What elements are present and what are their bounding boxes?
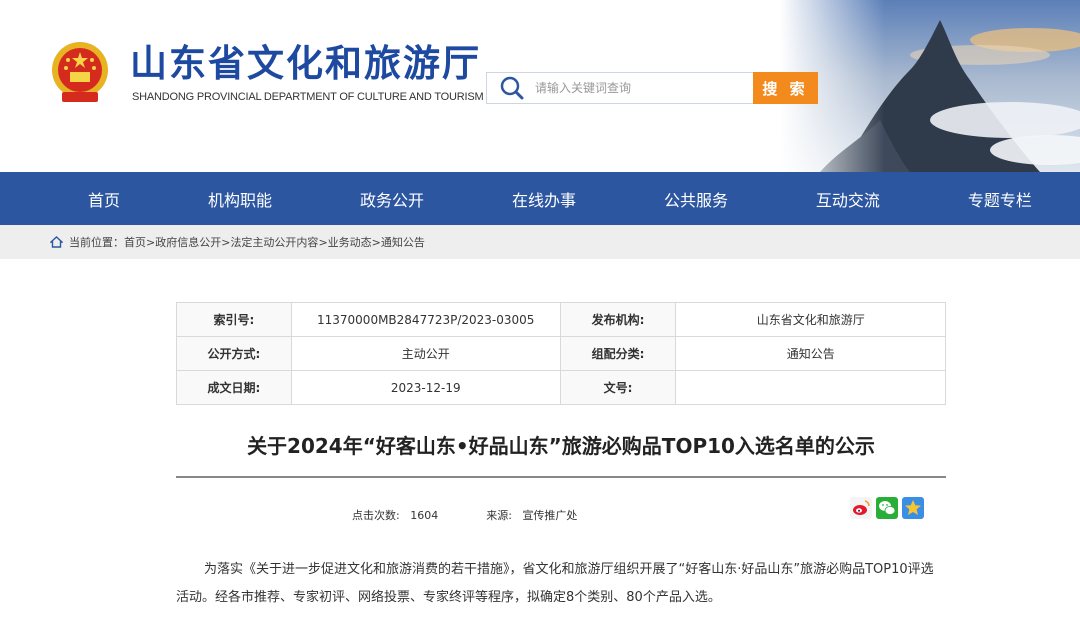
table-row: 公开方式: 主动公开 组配分类: 通知公告 [176,336,946,371]
nav-item-public-services[interactable]: 公共服务 [664,187,728,211]
view-count-label: 点击次数: [352,509,400,522]
weibo-icon[interactable] [850,497,872,519]
source-value: 宣传推广处 [522,509,578,522]
article-meta: 点击次数: 1604 来源: 宣传推广处 [352,507,577,523]
main-nav: 首页 机构职能 政务公开 在线办事 公共服务 互动交流 专题专栏 [0,172,1080,225]
search-box [486,72,754,104]
qzone-icon[interactable] [902,497,924,519]
breadcrumb-prefix: 当前位置： [69,236,124,249]
nav-item-online-services[interactable]: 在线办事 [512,187,576,211]
breadcrumb-item-notices[interactable]: 通知公告 [381,234,425,250]
home-icon [50,236,63,248]
doc-number-label: 文号: [559,370,677,405]
site-subtitle: SHANDONG PROVINCIAL DEPARTMENT OF CULTUR… [132,91,484,103]
view-count: 点击次数: 1604 [352,507,438,523]
category-label: 组配分类: [559,336,677,371]
disclosure-method-value: 主动公开 [290,336,561,371]
site-title: 山东省文化和旅游厅 [130,42,481,85]
header-scenery-image [780,0,1080,172]
nav-item-interaction[interactable]: 互动交流 [816,187,880,211]
source-label: 来源: [486,509,512,522]
article-title: 关于2024年“好客山东•好品山东”旅游必购品TOP10入选名单的公示 [247,434,875,458]
breadcrumb: 当前位置： 首页 > 政府信息公开 > 法定主动公开内容 > 业务动态 > 通知… [0,225,1080,259]
wechat-icon[interactable] [876,497,898,519]
breadcrumb-item-business-news[interactable]: 业务动态 [328,234,372,250]
site-header: 山东省文化和旅游厅 SHANDONG PROVINCIAL DEPARTMENT… [0,0,1080,172]
share-bar [850,497,924,519]
date-value: 2023-12-19 [290,370,561,405]
doc-number-value [675,370,946,405]
nav-item-functions[interactable]: 机构职能 [208,187,272,211]
index-number-label: 索引号: [176,302,292,337]
disclosure-method-label: 公开方式: [176,336,292,371]
breadcrumb-separator: > [221,235,231,249]
date-label: 成文日期: [176,370,292,405]
index-number-value: 11370000MB2847723P/2023-03005 [290,302,561,337]
breadcrumb-separator: > [371,235,381,249]
article-body: 为落实《关于进一步促进文化和旅游消费的若干措施》，省文化和旅游厅组织开展了“好客… [176,562,934,605]
table-row: 索引号: 11370000MB2847723P/2023-03005 发布机构:… [176,302,946,337]
search-button[interactable]: 搜 索 [753,72,818,104]
article-source: 来源: 宣传推广处 [486,507,577,523]
breadcrumb-separator: > [318,235,328,249]
breadcrumb-item-home[interactable]: 首页 [124,234,146,250]
nav-item-home[interactable]: 首页 [88,187,120,211]
nav-item-special-topics[interactable]: 专题专栏 [968,187,1032,211]
national-emblem-icon [52,42,108,102]
publisher-label: 发布机构: [559,302,677,337]
breadcrumb-item-statutory-content[interactable]: 法定主动公开内容 [230,234,318,250]
document-info-table: 索引号: 11370000MB2847723P/2023-03005 发布机构:… [176,302,946,405]
table-row: 成文日期: 2023-12-19 文号: [176,370,946,405]
view-count-value: 1604 [410,509,439,522]
search-input[interactable] [535,74,745,102]
category-value: 通知公告 [675,336,946,371]
publisher-value: 山东省文化和旅游厅 [675,302,946,337]
title-divider [176,476,946,478]
nav-item-government-affairs[interactable]: 政务公开 [360,187,424,211]
search-icon [500,76,524,100]
breadcrumb-separator: > [146,235,156,249]
breadcrumb-item-gov-info[interactable]: 政府信息公开 [155,234,221,250]
